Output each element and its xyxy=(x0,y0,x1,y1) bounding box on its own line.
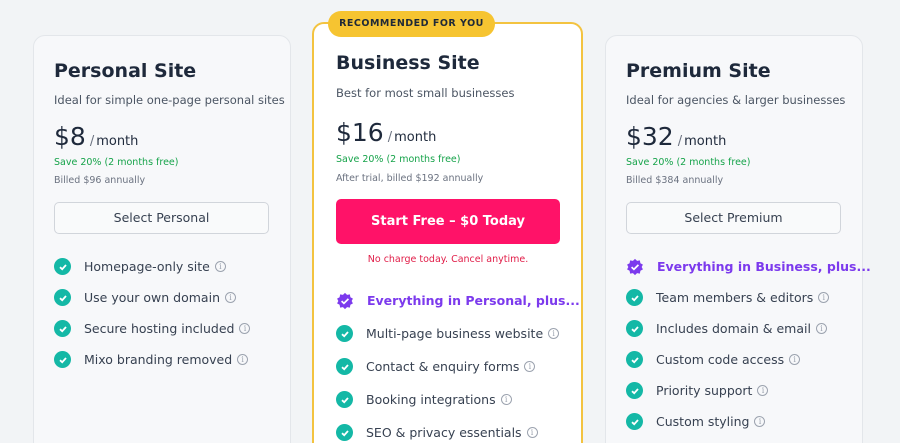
info-icon[interactable]: i xyxy=(818,292,830,303)
check-icon xyxy=(626,320,643,337)
check-icon xyxy=(626,351,643,368)
plan-subtitle: Ideal for simple one-page personal sites xyxy=(54,93,285,107)
billed-text: Billed $384 annually xyxy=(626,175,724,186)
check-icon xyxy=(336,358,353,375)
info-icon[interactable]: i xyxy=(757,385,769,396)
save-text: Save 20% (2 months free) xyxy=(626,157,751,168)
plan-price: $32/month xyxy=(626,122,727,151)
check-icon xyxy=(336,424,353,441)
plan-card-personal: Personal Site Ideal for simple one-page … xyxy=(33,35,291,443)
check-icon xyxy=(54,258,71,275)
list-item: Includes domain & email i xyxy=(626,313,871,344)
check-icon xyxy=(54,320,71,337)
no-charge-note: No charge today. Cancel anytime. xyxy=(367,254,529,265)
price-period: month xyxy=(96,134,139,149)
info-icon[interactable]: i xyxy=(239,323,251,334)
save-text: Save 20% (2 months free) xyxy=(336,154,461,165)
billed-text: Billed $96 annually xyxy=(54,175,146,186)
plan-title: Business Site xyxy=(336,52,480,74)
check-icon xyxy=(626,289,643,306)
feature-list: Homepage-only site i Use your own domain i… xyxy=(54,251,251,375)
check-icon xyxy=(54,289,71,306)
list-item: Team members & editors i xyxy=(626,282,871,313)
select-premium-button[interactable]: Select Premium xyxy=(626,202,841,234)
recommended-badge: RECOMMENDED FOR YOU xyxy=(328,11,495,37)
plan-subtitle: Best for most small businesses xyxy=(336,86,515,100)
info-icon[interactable]: i xyxy=(524,361,536,372)
list-item: Use your own domain i xyxy=(54,282,250,313)
check-icon xyxy=(54,351,71,368)
info-icon[interactable]: i xyxy=(754,416,766,427)
info-icon[interactable]: i xyxy=(789,354,801,365)
verified-badge-icon xyxy=(626,258,644,276)
list-item: Booking integrations i xyxy=(336,383,580,416)
info-icon[interactable]: i xyxy=(237,354,249,365)
plan-price: $16/month xyxy=(336,118,437,147)
price-amount: $32 xyxy=(626,122,674,151)
info-icon[interactable]: i xyxy=(526,427,538,438)
list-item: Custom code access i xyxy=(626,344,871,375)
plan-subtitle: Ideal for agencies & larger businesses xyxy=(626,93,846,107)
list-item: Multi-page business website i xyxy=(336,317,580,350)
list-item: Priority support i xyxy=(626,375,871,406)
price-period: month xyxy=(684,134,727,149)
select-personal-button[interactable]: Select Personal xyxy=(54,202,269,234)
list-item-highlight: Everything in Personal, plus... xyxy=(336,284,580,317)
plan-price: $8/month xyxy=(54,122,139,151)
price-amount: $8 xyxy=(54,122,86,151)
list-item: Homepage-only site i xyxy=(54,251,250,282)
plan-title: Personal Site xyxy=(54,60,197,82)
check-icon xyxy=(336,325,353,342)
save-text: Save 20% (2 months free) xyxy=(54,157,179,168)
start-free-button[interactable]: Start Free – $0 Today xyxy=(336,199,560,244)
price-period: month xyxy=(394,130,437,145)
info-icon[interactable]: i xyxy=(500,394,512,405)
list-item: Secure hosting included i xyxy=(54,313,251,344)
plan-card-premium: Premium Site Ideal for agencies & larger… xyxy=(605,35,871,443)
billed-text: After trial, billed $192 annually xyxy=(336,173,484,184)
info-icon[interactable]: i xyxy=(225,292,236,303)
info-icon[interactable]: i xyxy=(815,323,827,334)
list-item-highlight: Everything in Business, plus... xyxy=(626,251,871,282)
check-icon xyxy=(626,413,643,430)
feature-list: Everything in Personal, plus... Multi-pa… xyxy=(336,284,580,443)
verified-badge-icon xyxy=(336,292,354,310)
list-item: Custom styling i xyxy=(626,406,871,437)
info-icon[interactable]: i xyxy=(214,261,226,272)
check-icon xyxy=(626,382,643,399)
info-icon[interactable]: i xyxy=(548,328,560,339)
list-item: SEO & privacy essentials i xyxy=(336,416,580,443)
price-amount: $16 xyxy=(336,118,384,147)
plan-card-business: Business Site Best for most small busine… xyxy=(312,22,583,443)
list-item: Mixo branding removed i xyxy=(54,344,250,375)
plan-title: Premium Site xyxy=(626,60,771,82)
list-item: Contact & enquiry forms i xyxy=(336,350,580,383)
feature-list: Everything in Business, plus... Team mem… xyxy=(626,251,871,437)
check-icon xyxy=(336,391,353,408)
